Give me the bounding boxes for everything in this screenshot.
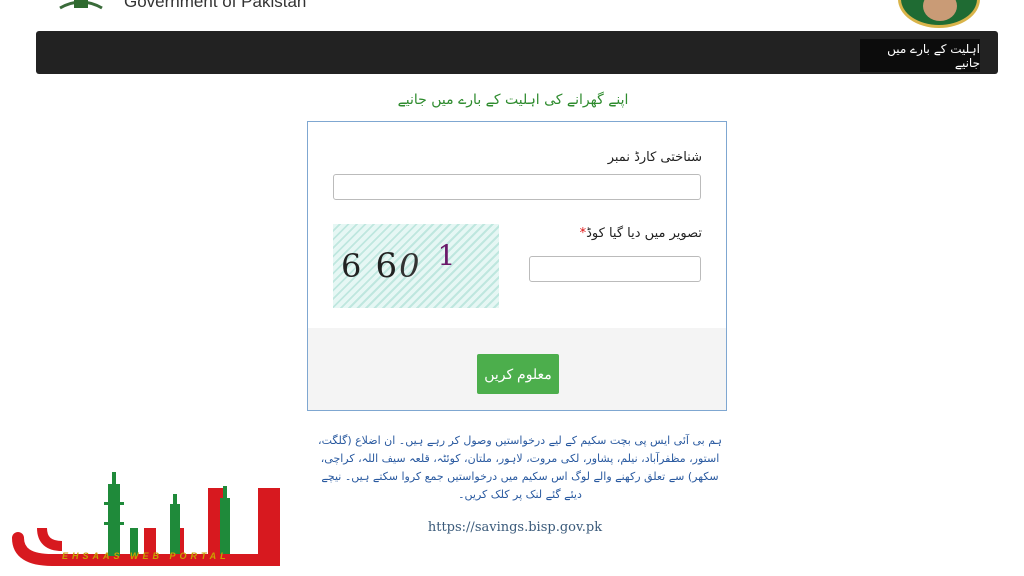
eligibility-form-panel: شناختی کارڈ نمبر تصویر میں دیا گیا کوڈ* … <box>307 121 727 411</box>
page-heading: اپنے گھرانے کی اہلیت کے بارے میں جانیے <box>397 92 629 108</box>
captcha-label-text: تصویر میں دیا گیا کوڈ <box>586 226 702 241</box>
info-paragraph: ہم بی آئی ایس پی بچت سکیم کے لیے درخواست… <box>318 434 722 501</box>
cnic-input[interactable] <box>333 174 701 200</box>
captcha-char: 6 <box>375 246 400 286</box>
header-title: Government of Pakistan <box>124 0 307 11</box>
captcha-char: 6 <box>341 247 364 285</box>
captcha-char: 1 <box>437 239 458 272</box>
captcha-code: 6 60 1 <box>341 239 457 286</box>
leader-portrait-logo <box>898 0 980 28</box>
ehsaas-tagline: EHSAAS WEB PORTAL <box>62 551 230 561</box>
savings-url-link[interactable]: https://savings.bisp.gov.pk <box>350 520 680 535</box>
captcha-image: 6 60 1 <box>333 224 499 308</box>
nav-item-eligibility[interactable]: اہلیت کے بارے میں جانیے <box>860 39 980 72</box>
captcha-label: تصویر میں دیا گیا کوڈ* <box>578 226 702 241</box>
pakistan-emblem-icon <box>59 0 103 10</box>
captcha-input[interactable] <box>529 256 701 282</box>
submit-button[interactable]: معلوم کریں <box>477 354 559 394</box>
cnic-label: شناختی کارڈ نمبر <box>607 150 702 165</box>
captcha-char: 0 <box>399 247 422 285</box>
navbar: اہلیت کے بارے میں جانیے <box>36 31 998 74</box>
form-footer: معلوم کریں <box>308 328 726 410</box>
